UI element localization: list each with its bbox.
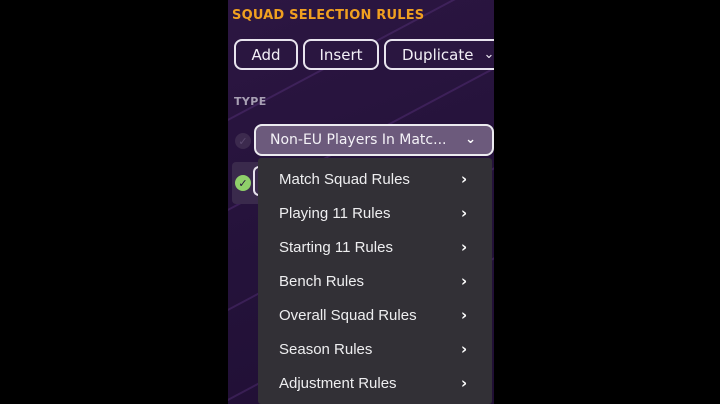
chevron-right-icon: ›: [461, 272, 468, 290]
chevron-right-icon: ›: [461, 340, 468, 358]
check-icon[interactable]: ✓: [235, 175, 251, 191]
menu-item-overall-squad-rules[interactable]: Overall Squad Rules ›: [258, 298, 492, 332]
add-button[interactable]: Add: [234, 39, 298, 70]
menu-item-adjustment-rules[interactable]: Adjustment Rules ›: [258, 366, 492, 400]
chevron-right-icon: ›: [461, 204, 468, 222]
menu-item-label: Match Squad Rules: [279, 170, 410, 188]
screen-edge: [494, 0, 720, 404]
chevron-right-icon: ›: [461, 374, 468, 392]
menu-item-label: Playing 11 Rules: [279, 204, 391, 222]
menu-item-playing-11-rules[interactable]: Playing 11 Rules ›: [258, 196, 492, 230]
chevron-right-icon: ›: [461, 238, 468, 256]
menu-item-label: Adjustment Rules: [279, 374, 397, 392]
type-label: TYPE: [234, 95, 267, 108]
menu-item-label: Season Rules: [279, 340, 373, 358]
menu-item-season-rules[interactable]: Season Rules ›: [258, 332, 492, 366]
chevron-right-icon: ›: [461, 170, 468, 188]
type-dropdown-menu: Match Squad Rules › Playing 11 Rules › S…: [258, 158, 492, 404]
duplicate-button-label: Duplicate: [402, 45, 474, 64]
chevron-down-icon: ⌄: [465, 132, 476, 147]
menu-item-label: Starting 11 Rules: [279, 238, 393, 256]
insert-button-label: Insert: [319, 45, 363, 64]
duplicate-button[interactable]: Duplicate ⌄: [384, 39, 504, 70]
chevron-down-icon: ⌄: [483, 47, 495, 62]
menu-item-label: Bench Rules: [279, 272, 365, 290]
insert-button[interactable]: Insert: [303, 39, 379, 70]
menu-item-label: Overall Squad Rules: [279, 306, 417, 324]
type-dropdown-value: Non-EU Players In Matc...: [270, 132, 447, 148]
menu-item-starting-11-rules[interactable]: Starting 11 Rules ›: [258, 230, 492, 264]
menu-item-match-squad-rules[interactable]: Match Squad Rules ›: [258, 162, 492, 196]
panel-title: SQUAD SELECTION RULES: [232, 8, 425, 23]
chevron-right-icon: ›: [461, 306, 468, 324]
add-button-label: Add: [251, 45, 281, 64]
check-icon[interactable]: ✓: [235, 133, 251, 149]
type-dropdown[interactable]: Non-EU Players In Matc... ⌄: [254, 124, 494, 156]
screen: SQUAD SELECTION RULES Add Insert Duplica…: [0, 0, 720, 404]
menu-item-bench-rules[interactable]: Bench Rules ›: [258, 264, 492, 298]
